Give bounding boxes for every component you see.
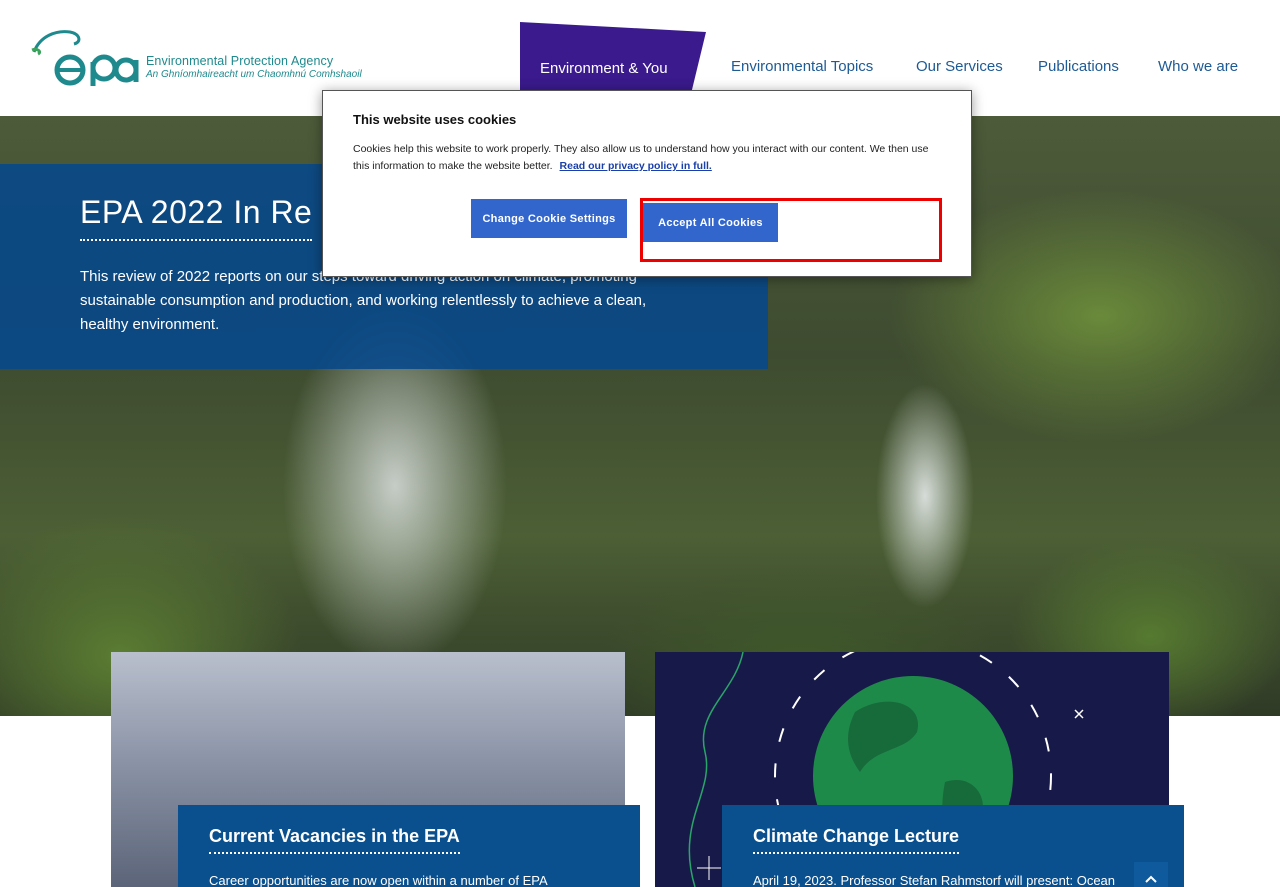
card-text: April 19, 2023. Professor Stefan Rahmsto… bbox=[753, 873, 1116, 887]
cookie-text: Cookies help this website to work proper… bbox=[353, 141, 943, 175]
nav-item-environment-you[interactable]: Environment & You bbox=[520, 22, 706, 98]
card-title[interactable]: Current Vacancies in the EPA bbox=[209, 826, 460, 854]
scroll-top-button[interactable] bbox=[1134, 862, 1168, 887]
chevron-up-icon bbox=[1145, 875, 1157, 883]
nav-label: Environment & You bbox=[540, 60, 668, 77]
nav-item-who-we-are[interactable]: Who we are bbox=[1158, 58, 1238, 75]
hero-title[interactable]: EPA 2022 In Re bbox=[80, 194, 313, 241]
epa-logo-icon bbox=[31, 30, 139, 86]
card-text: Career opportunities are now open within… bbox=[209, 873, 548, 887]
nav-item-publications[interactable]: Publications bbox=[1038, 58, 1119, 75]
epa-logo[interactable]: Environmental Protection Agency An Ghnío… bbox=[30, 22, 362, 88]
change-cookie-settings-button[interactable]: Change Cookie Settings bbox=[471, 199, 627, 238]
privacy-policy-link[interactable]: Read our privacy policy in full. bbox=[560, 160, 712, 172]
cookie-title: This website uses cookies bbox=[353, 112, 517, 127]
nav-item-environmental-topics[interactable]: Environmental Topics bbox=[731, 58, 873, 75]
vacancies-card[interactable]: Current Vacancies in the EPA Career oppo… bbox=[178, 805, 640, 887]
card-title[interactable]: Climate Change Lecture bbox=[753, 826, 960, 854]
lecture-card[interactable]: Climate Change Lecture April 19, 2023. P… bbox=[722, 805, 1184, 887]
cookie-consent-dialog: This website uses cookies Cookies help t… bbox=[322, 90, 972, 277]
accept-all-cookies-button[interactable]: Accept All Cookies bbox=[643, 203, 778, 242]
logo-text-en: Environmental Protection Agency bbox=[146, 54, 334, 68]
logo-text-ga: An Ghníomhaireacht um Chaomhnú Comhshaoi… bbox=[146, 69, 362, 80]
nav-item-our-services[interactable]: Our Services bbox=[916, 58, 1003, 75]
